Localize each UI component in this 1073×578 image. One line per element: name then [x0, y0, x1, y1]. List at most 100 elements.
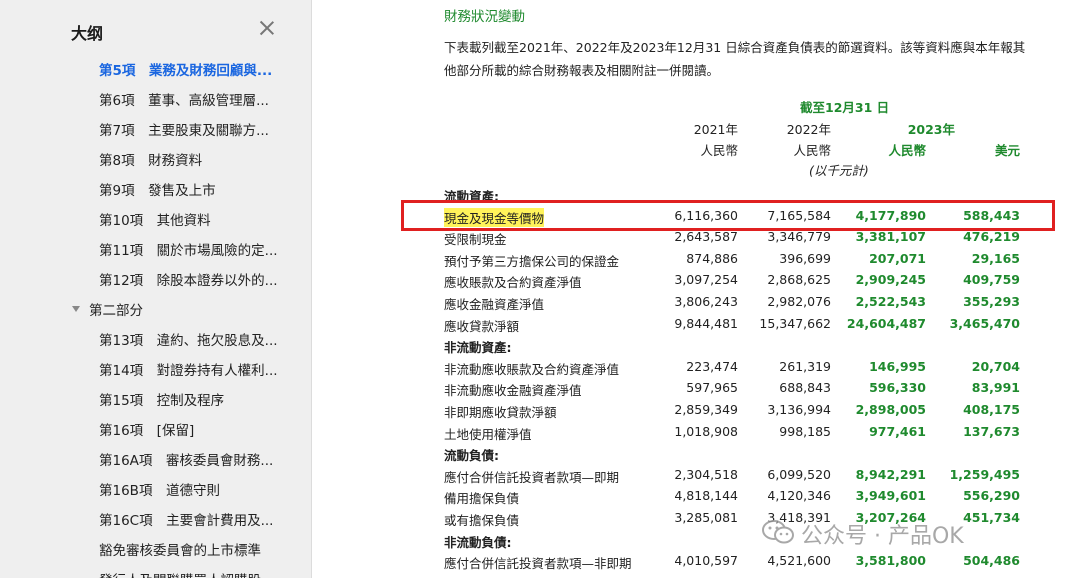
row-label: 應收金融資產淨值	[444, 297, 545, 312]
value-2021: 2,304,518	[674, 467, 738, 482]
section-label: 非流動資產:	[444, 340, 512, 355]
value-2023-usd: 3,465,470	[949, 316, 1020, 331]
row-label: 非流動應收賬款及合約資產淨值	[444, 362, 620, 377]
outline-item[interactable]: 第14項 對證券持有人權利...	[99, 359, 278, 379]
outline-item[interactable]: 第16A項 審核委員會財務...	[99, 449, 273, 469]
outline-item[interactable]: 第10項 其他資料	[99, 209, 211, 229]
value-2022: 3,136,994	[767, 402, 831, 417]
row-label: 應收貸款淨額	[444, 319, 520, 334]
highlight-box	[401, 200, 1055, 231]
row-label: 應付合併信託投資者款項—非即期	[444, 556, 632, 571]
section-label: 流動負債:	[444, 448, 499, 463]
outline-item[interactable]: 第15項 控制及程序	[99, 389, 224, 409]
row-label: 受限制現金	[444, 232, 507, 247]
value-2023-usd: 137,673	[963, 424, 1020, 439]
value-2023-usd: 355,293	[963, 294, 1020, 309]
value-2023-rmb: 3,949,601	[855, 488, 926, 503]
value-2021: 2,859,349	[674, 402, 738, 417]
value-2021: 4,010,597	[674, 553, 738, 568]
outline-title: 大纲	[71, 24, 104, 43]
outline-item[interactable]: 豁免審核委員會的上市標準	[99, 539, 261, 559]
value-2021: 597,965	[686, 380, 738, 395]
value-2022: 4,521,600	[767, 553, 831, 568]
value-2023-usd: 20,704	[971, 359, 1020, 374]
value-2022: 261,319	[779, 359, 831, 374]
value-2023-rmb: 2,909,245	[855, 272, 926, 287]
value-2023-rmb: 2,898,005	[855, 402, 926, 417]
header-rmb-2021: 人民幣	[700, 143, 738, 158]
value-2022: 4,120,346	[767, 488, 831, 503]
chevron-down-icon[interactable]	[72, 306, 80, 312]
outline-item[interactable]: 第13項 違約、拖欠股息及...	[99, 329, 278, 349]
row-label: 土地使用權淨值	[444, 427, 532, 442]
intro-line-2: 他部分所載的綜合財務報表及相關附註一併閱讀。	[444, 63, 720, 78]
outline-item[interactable]: 第16B項 道德守則	[99, 479, 220, 499]
header-as-of: 截至12月31 日	[800, 100, 890, 115]
outline-item[interactable]: 第7項 主要股東及關聯方...	[99, 119, 269, 139]
value-2022: 396,699	[779, 251, 831, 266]
value-2023-usd: 504,486	[963, 553, 1020, 568]
outline-item[interactable]: 第8項 財務資料	[99, 149, 202, 169]
document-page: 財務狀況變動 下表載列截至2021年、2022年及2023年12月31 日綜合資…	[312, 0, 1073, 578]
value-2023-usd: 556,290	[963, 488, 1020, 503]
value-2023-rmb: 596,330	[869, 380, 926, 395]
value-2021: 3,806,243	[674, 294, 738, 309]
value-2022: 2,868,625	[767, 272, 831, 287]
value-2022: 3,346,779	[767, 229, 831, 244]
value-2023-rmb: 146,995	[869, 359, 926, 374]
value-2021: 3,097,254	[674, 272, 738, 287]
value-2021: 4,818,144	[674, 488, 738, 503]
value-2021: 223,474	[686, 359, 738, 374]
close-icon[interactable]	[257, 18, 277, 38]
value-2021: 1,018,908	[674, 424, 738, 439]
outline-item[interactable]: 發行人及關聯購買人認購股...	[99, 569, 274, 578]
value-2023-rmb: 8,942,291	[855, 467, 926, 482]
value-2022: 2,982,076	[767, 294, 831, 309]
value-2023-rmb: 977,461	[869, 424, 926, 439]
outline-item[interactable]: 第12項 除股本證券以外的...	[99, 269, 278, 289]
value-2022: 15,347,662	[759, 316, 831, 331]
header-2021: 2021年	[693, 122, 738, 137]
row-label: 或有擔保負債	[444, 513, 520, 528]
intro-line-1: 下表載列截至2021年、2022年及2023年12月31 日綜合資產負債表的節選…	[444, 40, 1026, 55]
header-2022: 2022年	[786, 122, 831, 137]
value-2021: 874,886	[686, 251, 738, 266]
value-2023-usd: 1,259,495	[949, 467, 1020, 482]
wechat-logo-icon	[762, 520, 794, 544]
watermark-text: 公众号 · 产品OK	[801, 524, 964, 549]
outline-item[interactable]: 第5項 業務及財務回顧與...	[99, 59, 272, 79]
value-2023-usd: 29,165	[971, 251, 1020, 266]
value-2021: 3,285,081	[674, 510, 738, 525]
value-2023-usd: 476,219	[963, 229, 1020, 244]
value-2023-usd: 408,175	[963, 402, 1020, 417]
row-label: 應收賬款及合約資產淨值	[444, 275, 582, 290]
value-2023-rmb: 3,381,107	[855, 229, 926, 244]
value-2022: 998,185	[779, 424, 831, 439]
row-label: 備用擔保負債	[444, 491, 520, 506]
header-rmb-2022: 人民幣	[793, 143, 831, 158]
value-2023-usd: 409,759	[963, 272, 1020, 287]
row-label: 非即期應收貸款淨額	[444, 405, 557, 420]
row-label: 預付予第三方擔保公司的保證金	[444, 254, 620, 269]
header-rmb-2023: 人民幣	[888, 143, 926, 158]
value-2023-rmb: 207,071	[869, 251, 926, 266]
row-label: 非流動應收金融資產淨值	[444, 383, 582, 398]
value-2023-rmb: 24,604,487	[846, 316, 926, 331]
outline-item[interactable]: 第6項 董事、高級管理層...	[99, 89, 269, 109]
value-2022: 6,099,520	[767, 467, 831, 482]
value-2023-rmb: 2,522,543	[855, 294, 926, 309]
value-2021: 2,643,587	[674, 229, 738, 244]
row-label: 應付合併信託投資者款項—即期	[444, 470, 620, 485]
outline-item[interactable]: 第9項 發售及上市	[99, 179, 216, 199]
header-usd: 美元	[994, 143, 1020, 158]
section-title: 財務狀況變動	[444, 9, 525, 25]
outline-sidebar: 大纲 第5項 業務及財務回顧與... 第6項 董事、高級管理層... 第7項 主要股…	[0, 0, 312, 578]
section-label: 非流動負債:	[444, 535, 512, 550]
outline-item[interactable]: 第16項 [保留]	[99, 419, 194, 439]
value-2023-usd: 83,991	[971, 380, 1020, 395]
outline-item[interactable]: 第11項 關於市場風險的定...	[99, 239, 278, 259]
header-2023: 2023年	[907, 122, 955, 137]
outline-group[interactable]: 第二部分	[89, 299, 143, 319]
outline-item[interactable]: 第16C項 主要會計費用及...	[99, 509, 273, 529]
value-2023-rmb: 3,581,800	[855, 553, 926, 568]
